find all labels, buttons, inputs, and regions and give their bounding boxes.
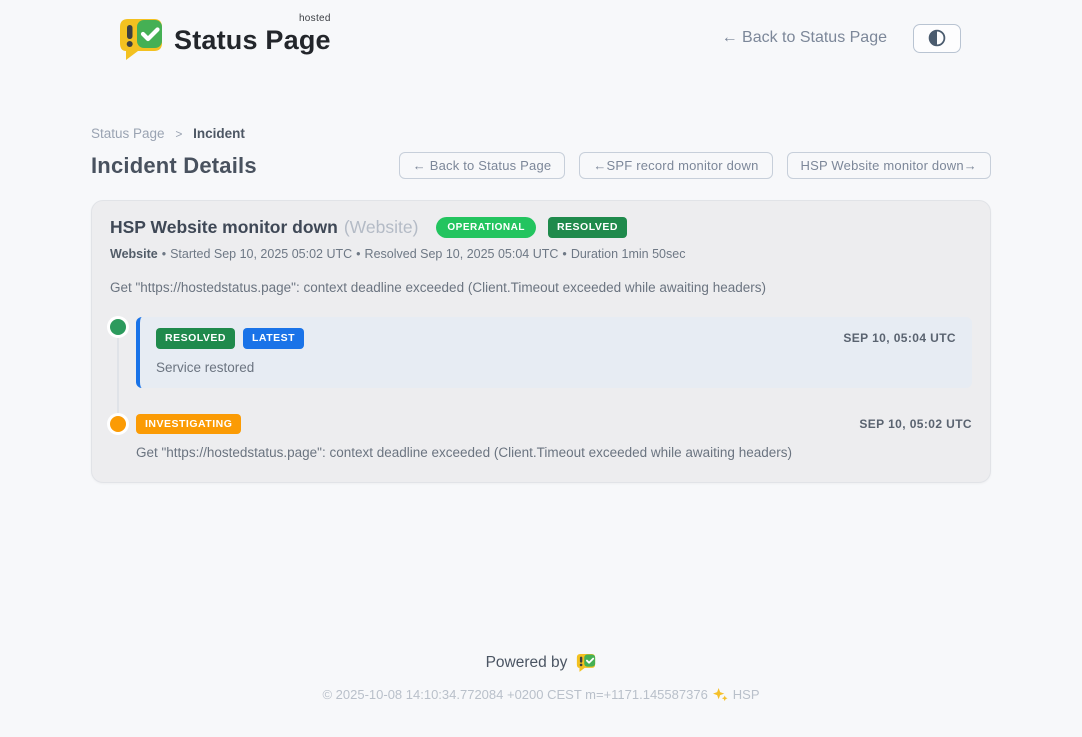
investigating-badge: INVESTIGATING bbox=[136, 414, 241, 435]
timeline-update-box: RESOLVED LATEST SEP 10, 05:04 UTC Servic… bbox=[136, 317, 972, 388]
meta-started: Started Sep 10, 2025 05:02 UTC bbox=[170, 247, 352, 261]
theme-toggle-button[interactable] bbox=[913, 24, 961, 53]
meta-separator: • bbox=[162, 247, 166, 261]
breadcrumb: Status Page > Incident bbox=[91, 126, 991, 141]
timeline-entry-investigating: INVESTIGATING SEP 10, 05:02 UTC Get "htt… bbox=[110, 414, 972, 461]
incident-component: (Website) bbox=[344, 217, 419, 238]
timeline-update-plain: INVESTIGATING SEP 10, 05:02 UTC Get "htt… bbox=[136, 414, 972, 461]
header: Status Page hosted ← Back to Status Page bbox=[0, 0, 1082, 62]
meta-component: Website bbox=[110, 247, 158, 261]
sparkles-icon bbox=[713, 687, 728, 702]
timeline-timestamp: SEP 10, 05:02 UTC bbox=[859, 417, 972, 431]
breadcrumb-item-status-page[interactable]: Status Page bbox=[91, 126, 165, 141]
timeline-entry-resolved: RESOLVED LATEST SEP 10, 05:04 UTC Servic… bbox=[110, 317, 972, 388]
meta-separator: • bbox=[356, 247, 360, 261]
incident-card: HSP Website monitor down (Website) OPERA… bbox=[91, 200, 991, 483]
latest-badge: LATEST bbox=[243, 328, 304, 349]
copyright: © 2025-10-08 14:10:34.772084 +0200 CEST … bbox=[91, 687, 991, 702]
prev-incident-button[interactable]: ←SPF record monitor down bbox=[579, 152, 772, 179]
timeline-message: Get "https://hostedstatus.page": context… bbox=[136, 445, 972, 460]
timeline-timestamp: SEP 10, 05:04 UTC bbox=[843, 331, 956, 345]
logo-superscript: hosted bbox=[299, 13, 331, 24]
powered-by-label: Powered by bbox=[486, 654, 568, 672]
copyright-brand: HSP bbox=[733, 687, 760, 702]
main-content: Status Page > Incident Incident Details … bbox=[91, 126, 991, 702]
status-page-logo[interactable]: Status Page hosted bbox=[118, 17, 331, 60]
footer: Powered by © 2025-10-08 14:10:34.772084 … bbox=[91, 653, 991, 702]
meta-duration: Duration 1min 50sec bbox=[571, 247, 686, 261]
incident-timeline: RESOLVED LATEST SEP 10, 05:04 UTC Servic… bbox=[110, 317, 972, 460]
breadcrumb-item-incident: Incident bbox=[193, 126, 245, 141]
meta-separator: • bbox=[562, 247, 566, 261]
operational-status-badge: OPERATIONAL bbox=[436, 217, 536, 238]
status-page-logo-icon bbox=[118, 17, 164, 60]
resolved-badge: RESOLVED bbox=[156, 328, 235, 349]
back-to-status-page-button[interactable]: ← Back to Status Page bbox=[399, 152, 566, 179]
timeline-dot-resolved bbox=[110, 319, 126, 335]
timeline-message: Service restored bbox=[156, 360, 956, 375]
incident-meta: Website•Started Sep 10, 2025 05:02 UTC•R… bbox=[110, 247, 972, 261]
incident-title: HSP Website monitor down bbox=[110, 217, 338, 238]
meta-resolved: Resolved Sep 10, 2025 05:04 UTC bbox=[365, 247, 559, 261]
logo-title: Status Page bbox=[174, 25, 331, 55]
timeline-line bbox=[117, 329, 119, 423]
next-incident-button[interactable]: HSP Website monitor down→ bbox=[787, 152, 991, 179]
powered-by-link[interactable]: Powered by bbox=[486, 653, 597, 672]
copyright-text: © 2025-10-08 14:10:34.772084 +0200 CEST … bbox=[322, 687, 707, 702]
timeline-dot-investigating bbox=[110, 416, 126, 432]
resolved-status-badge: RESOLVED bbox=[548, 217, 627, 238]
half-circle-icon bbox=[928, 29, 946, 47]
incident-nav-buttons: ← Back to Status Page ←SPF record monito… bbox=[399, 152, 991, 179]
back-to-status-page-link[interactable]: ← Back to Status Page bbox=[722, 29, 887, 47]
breadcrumb-separator: > bbox=[175, 127, 182, 141]
incident-description: Get "https://hostedstatus.page": context… bbox=[110, 280, 972, 295]
status-page-logo-icon bbox=[576, 653, 596, 672]
page-title: Incident Details bbox=[91, 153, 257, 179]
